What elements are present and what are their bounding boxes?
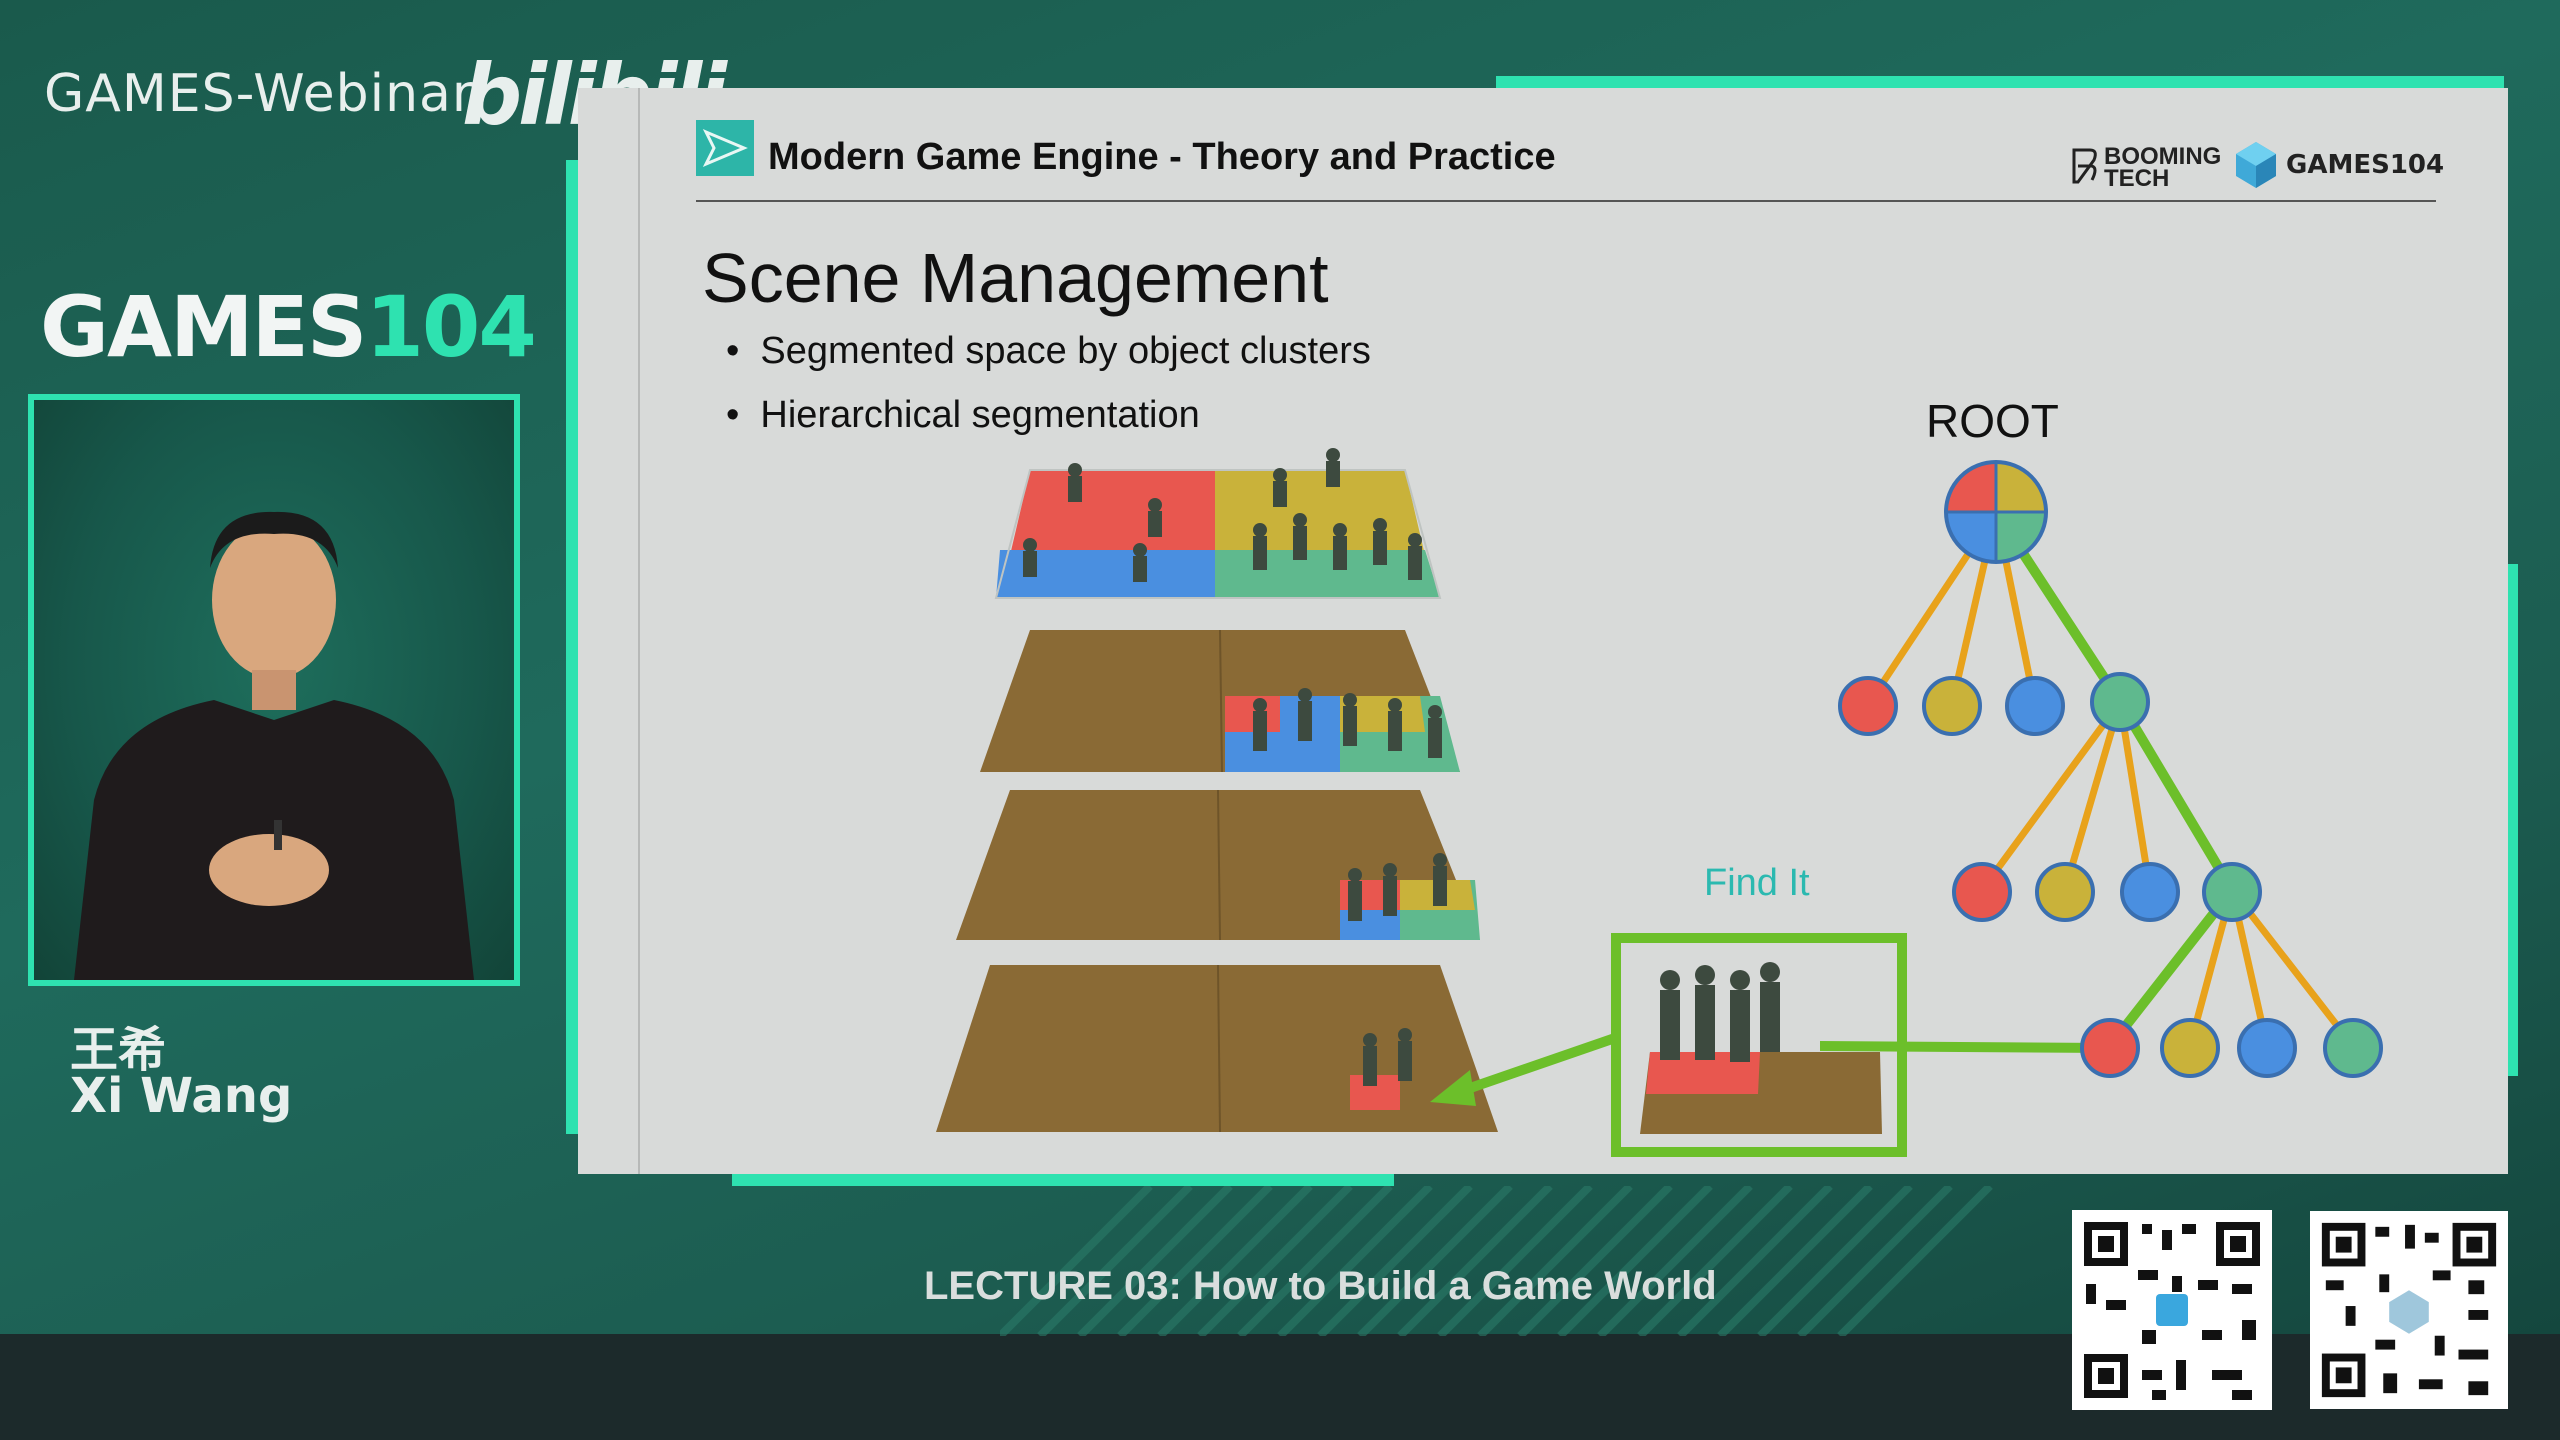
- lecture-title: LECTURE 03: How to Build a Game World: [924, 1264, 1717, 1308]
- arrow-head-icon: [1430, 1070, 1476, 1106]
- accent-line-bottom: [732, 1174, 1394, 1186]
- hatch-pattern: [1000, 1186, 1993, 1336]
- slide-margin-rule: [638, 88, 640, 1174]
- brand-title: GAMES-Webinar: [44, 64, 475, 124]
- find-arrow: [1448, 1033, 1617, 1100]
- course-logo-part: GAMES: [40, 278, 367, 376]
- speaker-figure: [74, 511, 474, 980]
- course-title: Modern Game Engine - Theory and Practice: [768, 136, 1556, 178]
- tree-root-label: ROOT: [1926, 395, 2059, 447]
- booming-line2: TECH: [2104, 165, 2170, 192]
- slide-heading: Scene Management: [702, 239, 1329, 317]
- speaker-name-en: Xi Wang: [70, 1068, 293, 1124]
- layer-3: [956, 789, 1480, 941]
- bullet-text: Segmented space by object clusters: [760, 330, 1371, 372]
- slide-header-divider: [696, 200, 2436, 202]
- find-it-label: Find It: [1704, 862, 1810, 904]
- qr-code[interactable]: [2310, 1210, 2508, 1410]
- booming-tech-logo: BOOMING TECH: [2104, 145, 2221, 192]
- hierarchy-tree: [1820, 460, 2383, 1078]
- games104-logo: GAMES104: [2286, 150, 2445, 180]
- games104-cube-icon: [2236, 142, 2276, 188]
- play-logo-icon: [696, 120, 754, 176]
- bullet-item: • Segmented space by object clusters: [726, 330, 1371, 372]
- booming-tech-icon: [2072, 148, 2097, 184]
- qr-code[interactable]: [2072, 1210, 2272, 1410]
- accent-line-left: [566, 160, 578, 1134]
- accent-line-top: [1496, 76, 2504, 88]
- speaker-video: [28, 394, 520, 986]
- course-logo: GAMES104: [40, 278, 537, 376]
- accent-line-right: [2508, 564, 2518, 1076]
- tree-root-node: [1944, 460, 2048, 564]
- course-logo-number: 104: [365, 278, 536, 376]
